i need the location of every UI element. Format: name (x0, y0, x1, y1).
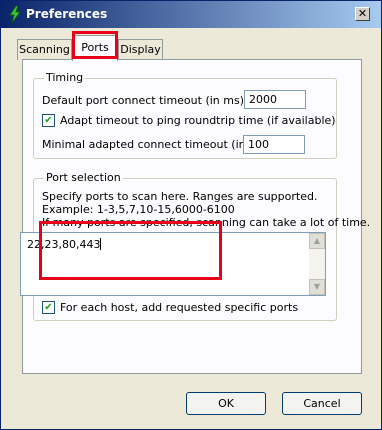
adapt-timeout-checkbox[interactable]: ✔ (42, 114, 55, 127)
min-timeout-label: Minimal adapted connect timeout (in ms): (42, 138, 274, 151)
tab-label: Scanning (19, 43, 70, 56)
ports-tab-highlight (72, 31, 118, 59)
tab-label: Display (120, 43, 161, 56)
scroll-up-icon[interactable]: ▲ (309, 233, 325, 249)
window-title: Preferences (26, 7, 108, 21)
tab-scanning[interactable]: Scanning (17, 39, 72, 60)
port-selection-legend: Port selection (44, 171, 123, 184)
lightning-icon (9, 6, 21, 23)
scroll-down-icon[interactable]: ▼ (309, 279, 325, 295)
default-timeout-label: Default port connect timeout (in ms): (42, 94, 248, 107)
help-text-line1: Specify ports to scan here. Ranges are s… (42, 190, 318, 203)
each-host-checkbox[interactable]: ✔ (42, 301, 55, 314)
min-timeout-input[interactable]: 100 (243, 135, 305, 154)
ports-input-highlight (39, 221, 222, 280)
cancel-button[interactable]: Cancel (282, 392, 362, 415)
checkmark-icon: ✔ (44, 115, 53, 126)
title-bar[interactable]: Preferences ✕ (1, 1, 381, 28)
vertical-scrollbar[interactable]: ▲ ▼ (309, 233, 325, 295)
close-button[interactable]: ✕ (355, 7, 370, 21)
adapt-timeout-label: Adapt timeout to ping roundtrip time (if… (60, 114, 336, 127)
each-host-label: For each host, add requested specific po… (60, 301, 299, 314)
timing-legend: Timing (44, 71, 86, 84)
tab-display[interactable]: Display (118, 39, 163, 60)
default-timeout-input[interactable]: 2000 (244, 90, 306, 109)
help-text-line2: Example: 1-3,5,7,10-15,6000-6100 (42, 203, 235, 216)
checkmark-icon: ✔ (44, 302, 53, 313)
ok-button[interactable]: OK (186, 392, 266, 415)
preferences-window: Preferences ✕ Scanning Ports Display Tim… (0, 0, 382, 430)
close-icon: ✕ (357, 7, 368, 20)
